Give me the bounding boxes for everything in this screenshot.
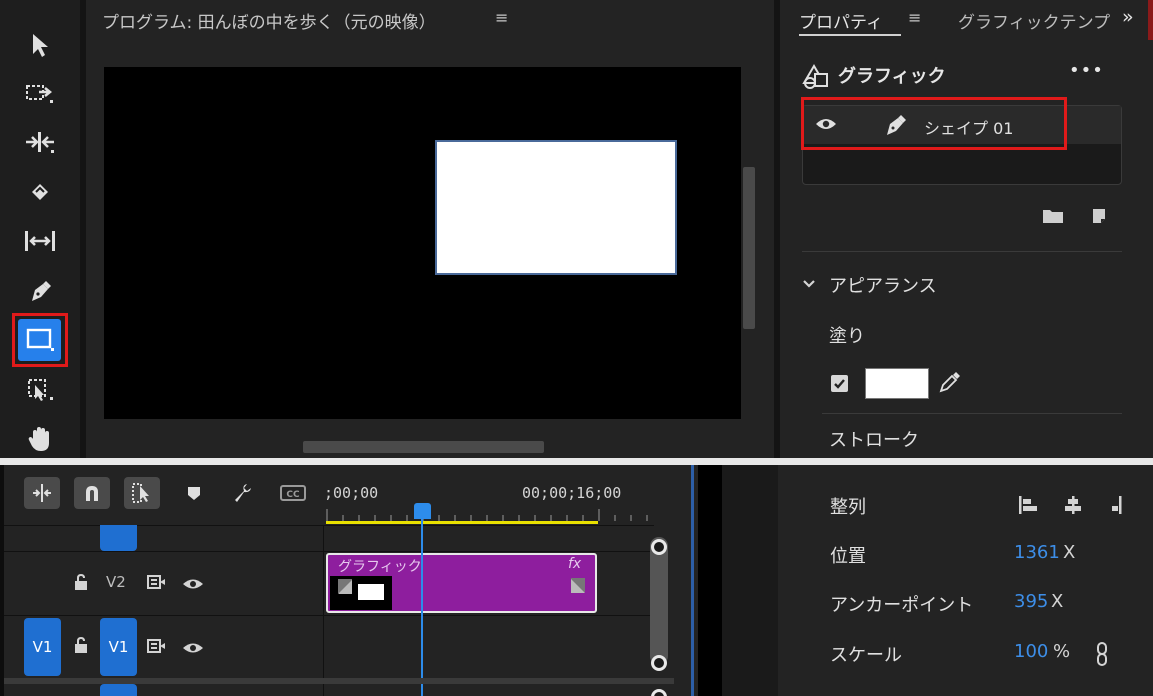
folder-icon[interactable] (1042, 208, 1064, 228)
track-target-partial[interactable] (100, 684, 137, 696)
fill-color-swatch[interactable] (865, 368, 929, 399)
position-x-value[interactable]: 1361 (1014, 542, 1060, 563)
divider (822, 413, 1122, 414)
transform-properties: 整列 位置 1361 X アンカーポイント 395 X スケール 100 % (778, 465, 1153, 696)
fill-checkbox[interactable] (831, 375, 848, 392)
graphic-clip[interactable]: グラフィック fx (326, 553, 597, 613)
track-eye-icon[interactable] (182, 576, 204, 595)
new-layer-icon[interactable] (1090, 207, 1108, 229)
add-marker-icon[interactable] (186, 485, 202, 505)
clip-thumbnail-shape (358, 584, 384, 600)
timeline-horizontal-scrollbar[interactable] (4, 678, 674, 684)
clip-keyframe-icon (571, 578, 585, 593)
align-center-icon[interactable] (1062, 495, 1084, 519)
lock-open-icon[interactable] (73, 636, 89, 658)
lock-open-icon[interactable] (73, 573, 89, 595)
stroke-label: ストローク (829, 430, 919, 451)
ruler-timecode-end: 00;00;16;00 (522, 484, 622, 502)
align-right-icon[interactable] (1108, 495, 1124, 519)
position-label: 位置 (830, 546, 866, 567)
constrain-proportions-link-icon[interactable] (1096, 641, 1108, 671)
svg-text:CC: CC (286, 490, 300, 500)
selection-tool-icon[interactable] (14, 24, 66, 66)
monitor-horizontal-scrollbar[interactable] (303, 441, 544, 453)
layer-highlight (801, 97, 1067, 150)
scroll-knob-partial[interactable] (651, 689, 667, 696)
ruler-timecode-start: ;00;00 (324, 484, 379, 502)
ripple-edit-tool-icon[interactable] (14, 121, 66, 163)
more-options-icon[interactable]: ••• (1069, 60, 1104, 81)
rectangle-shape-preview[interactable] (435, 140, 677, 275)
wrench-icon[interactable] (232, 481, 254, 507)
program-monitor-panel: プログラム: 田んぼの中を歩く（元の映像） ≡ (86, 0, 774, 458)
program-monitor-title[interactable]: プログラム: 田んぼの中を歩く（元の映像） (102, 8, 436, 33)
fx-badge[interactable]: fx (568, 556, 581, 572)
eyedropper-icon[interactable] (938, 370, 962, 398)
slip-tool-icon[interactable] (14, 220, 66, 262)
tab-overflow-icon[interactable]: » (1122, 6, 1134, 28)
align-label: 整列 (830, 497, 866, 518)
scale-label: スケール (830, 645, 902, 666)
tab-properties[interactable]: プロパティ (799, 8, 883, 33)
program-monitor-canvas[interactable] (104, 67, 741, 419)
chevron-down-icon[interactable] (802, 275, 816, 293)
track-target-v1[interactable]: V1 (100, 618, 137, 676)
track-select-tool-icon[interactable] (14, 72, 66, 114)
timeline-vertical-scrollbar[interactable] (650, 537, 668, 665)
monitor-vertical-scrollbar[interactable] (743, 167, 755, 329)
scale-unit: % (1053, 641, 1071, 662)
rectangle-tool-highlight (12, 313, 68, 367)
captions-icon[interactable]: CC (280, 485, 306, 505)
fill-label: 塗り (829, 326, 865, 347)
track-eye-icon[interactable] (182, 640, 204, 659)
timeline-panel: CC ;00;00 00;00;16;00 V2 V1 V1 グラフィック fx (0, 465, 698, 696)
divider (802, 251, 1122, 252)
scroll-knob-bottom[interactable] (651, 655, 667, 671)
screenshot-separator (0, 458, 1153, 465)
snap-button[interactable] (74, 477, 110, 509)
linked-selection-button[interactable] (124, 477, 160, 509)
sync-lock-icon[interactable] (146, 638, 166, 658)
anchor-x-value[interactable]: 395 (1014, 591, 1048, 612)
panel-menu-icon[interactable]: ≡ (495, 8, 508, 27)
panel-edge (1148, 0, 1153, 40)
panel-menu-icon[interactable]: ≡ (908, 8, 921, 27)
pen-tool-icon[interactable] (14, 270, 66, 312)
align-left-icon[interactable] (1017, 495, 1039, 519)
scale-value[interactable]: 100 (1014, 641, 1048, 662)
active-tab-indicator (799, 34, 901, 36)
clip-label: グラフィック (338, 559, 422, 575)
sync-lock-icon[interactable] (146, 574, 166, 594)
anchor-point-label: アンカーポイント (830, 595, 974, 616)
tab-essential-graphics[interactable]: グラフィックテンプレート (958, 8, 1110, 33)
source-patch-v1[interactable]: V1 (24, 618, 61, 676)
hand-tool-icon[interactable] (14, 418, 66, 460)
insert-nest-button[interactable] (24, 477, 60, 509)
panel-focus-edge (691, 465, 694, 696)
track-target-partial[interactable] (100, 525, 137, 551)
work-area-bar[interactable] (326, 521, 598, 524)
scroll-knob-top[interactable] (651, 539, 667, 555)
anchor-x-unit: X (1051, 591, 1064, 612)
properties-panel: プロパティ ≡ グラフィックテンプレート » グラフィック ••• シェイプ 0… (780, 0, 1153, 458)
clip-keyframe-icon (338, 579, 352, 594)
type-tool-icon[interactable] (14, 369, 66, 411)
track-target-label[interactable]: V2 (106, 573, 126, 591)
position-x-unit: X (1063, 542, 1076, 563)
graphic-shapes-icon (802, 63, 830, 93)
razor-tool-icon[interactable] (14, 171, 66, 213)
appearance-section-title[interactable]: アピアランス (829, 272, 937, 298)
playhead-line[interactable] (421, 517, 423, 696)
graphic-section-title: グラフィック (838, 66, 946, 87)
